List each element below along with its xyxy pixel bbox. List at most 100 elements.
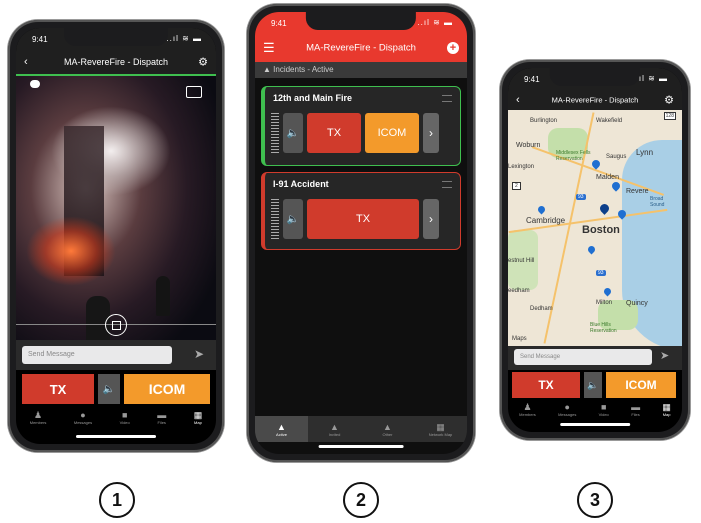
tab-other[interactable]: ▲ Other <box>361 416 414 442</box>
map-pin-icon[interactable] <box>586 244 597 255</box>
tab-map[interactable]: ▦ Map <box>194 410 203 425</box>
message-input[interactable]: Send Message <box>22 346 172 364</box>
hwy-2-shield: 2 <box>512 182 521 190</box>
drag-handle-icon[interactable] <box>442 95 452 102</box>
invited-icon: ▲ <box>330 421 339 432</box>
messages-icon: ● <box>80 410 86 420</box>
tx-button[interactable]: TX <box>22 374 94 404</box>
map-pin-icon[interactable] <box>602 286 613 297</box>
tab-files[interactable]: ▬ Files <box>631 402 640 417</box>
map-label-blue-hills: Blue Hills Reservation <box>590 322 617 334</box>
map-label-wakefield: Wakefield <box>596 118 623 124</box>
tab-label: Messages <box>558 412 577 417</box>
tab-members[interactable]: ♟ Members <box>30 410 47 425</box>
incident-card[interactable]: I-91 Accident 🔈 TX › <box>261 172 461 250</box>
map-label-woburn: Woburn <box>516 142 541 149</box>
tab-label: Invited <box>328 431 341 437</box>
map-pin-icon[interactable] <box>536 204 547 215</box>
map-label-milton: Milton <box>596 300 613 306</box>
tab-video[interactable]: ■ Video <box>120 410 130 425</box>
map-icon: ▦ <box>662 402 671 412</box>
chat-bubble-icon[interactable] <box>30 80 40 88</box>
map-label-lexington: Lexington <box>508 164 535 170</box>
drag-handle-icon[interactable] <box>442 181 452 188</box>
signal-icons: ..ıl ≋ ▬ <box>166 34 202 43</box>
network-map-icon: ▦ <box>436 421 445 432</box>
caption-1: 1 <box>99 482 135 518</box>
caption-3: 3 <box>577 482 613 518</box>
map-label-chestnut-hill: estnut Hill <box>508 258 535 264</box>
send-icon[interactable]: ➤ <box>194 347 204 361</box>
speaker-button[interactable]: 🔈 <box>98 374 120 404</box>
caption-2: 2 <box>343 482 379 518</box>
record-button[interactable] <box>105 314 127 336</box>
add-icon[interactable]: + <box>447 42 459 54</box>
phone-1: 9:41 ..ıl ≋ ▬ ‹ MA-RevereFire - Dispatch… <box>8 20 224 452</box>
camera-switch-icon[interactable] <box>186 86 202 98</box>
speaker-button[interactable]: 🔈 <box>283 199 303 239</box>
speaker-button[interactable]: 🔈 <box>584 372 602 398</box>
tab-files[interactable]: ▬ Files <box>157 410 166 425</box>
map-view[interactable]: Burlington Wakefield 128 Woburn Middlese… <box>508 110 682 346</box>
icom-button[interactable]: ICOM <box>365 113 419 153</box>
incident-card[interactable]: 12th and Main Fire 🔈 TX ICOM › <box>261 86 461 166</box>
send-icon[interactable]: ➤ <box>660 349 669 362</box>
tab-video[interactable]: ■ Video <box>599 402 609 417</box>
other-icon: ▲ <box>383 421 392 432</box>
map-pin-icon[interactable] <box>610 180 622 192</box>
tab-label: Network Map <box>428 431 453 437</box>
status-time: 9:41 <box>271 19 287 28</box>
tab-messages[interactable]: ● Messages <box>558 402 576 417</box>
icom-button[interactable]: ICOM <box>606 372 676 398</box>
tab-members[interactable]: ♟ Members <box>519 402 536 417</box>
map-label-cambridge: Cambridge <box>526 216 566 225</box>
tx-button[interactable]: TX <box>307 199 419 239</box>
tab-label: Map <box>194 420 202 425</box>
home-indicator <box>560 423 630 426</box>
phone-1-screen: 9:41 ..ıl ≋ ▬ ‹ MA-RevereFire - Dispatch… <box>16 28 216 444</box>
map-label-lynn: Lynn <box>636 148 654 157</box>
status-time: 9:41 <box>524 75 540 84</box>
home-indicator <box>318 445 404 448</box>
chevron-right-icon[interactable]: › <box>423 199 439 239</box>
firefighter <box>156 276 170 316</box>
tab-bar: ♟ Members ● Messages ■ Video ▬ Files ▦ Map <box>508 402 682 420</box>
map-label-needham: eedham <box>508 288 530 294</box>
hwy-128-shield: 128 <box>663 112 676 120</box>
tab-label: Members <box>29 420 47 425</box>
members-icon: ♟ <box>523 402 532 412</box>
volume-meter <box>271 199 279 241</box>
tab-label: Members <box>519 412 536 417</box>
map-pin-icon[interactable] <box>598 202 611 215</box>
volume-meter <box>271 113 279 155</box>
tab-map[interactable]: ▦ Map <box>662 402 671 417</box>
phone-3-screen: 9:41 ..ıl ≋ ▬ ‹ MA-RevereFire - Dispatch… <box>508 68 682 432</box>
tab-messages[interactable]: ● Messages <box>74 410 92 425</box>
tab-label: Files <box>157 420 166 425</box>
header: ‹ MA-RevereFire - Dispatch ⚙ <box>16 50 216 76</box>
section-title: Incidents - Active <box>273 65 334 74</box>
home-indicator <box>76 435 156 438</box>
phone-2-screen: 9:41 ..ıl ≋ ▬ ☰ MA-RevereFire - Dispatch… <box>255 12 467 454</box>
map-label-boston: Boston <box>582 224 620 236</box>
tab-label: Video <box>119 420 130 425</box>
tab-invited[interactable]: ▲ Invited <box>308 416 361 442</box>
speaker-button[interactable]: 🔈 <box>283 113 303 153</box>
files-icon: ▬ <box>157 410 167 420</box>
map-label-malden: Malden <box>596 174 619 181</box>
gear-icon[interactable]: ⚙ <box>198 56 208 69</box>
chevron-right-icon[interactable]: › <box>423 113 439 153</box>
icom-button[interactable]: ICOM <box>124 374 210 404</box>
incident-icon: ▲ <box>263 65 271 74</box>
channel-title: MA-RevereFire - Dispatch <box>306 42 416 54</box>
maps-attribution: Maps <box>512 336 527 342</box>
members-icon: ♟ <box>34 410 43 420</box>
message-input[interactable]: Send Message <box>514 349 652 365</box>
tab-active[interactable]: ▲ Active <box>255 416 308 442</box>
stop-icon <box>112 321 121 330</box>
tx-button[interactable]: TX <box>512 372 580 398</box>
video-feed[interactable] <box>16 76 216 356</box>
tx-button[interactable]: TX <box>307 113 361 153</box>
gear-icon[interactable]: ⚙ <box>664 94 674 107</box>
tab-network-map[interactable]: ▦ Network Map <box>414 416 467 442</box>
